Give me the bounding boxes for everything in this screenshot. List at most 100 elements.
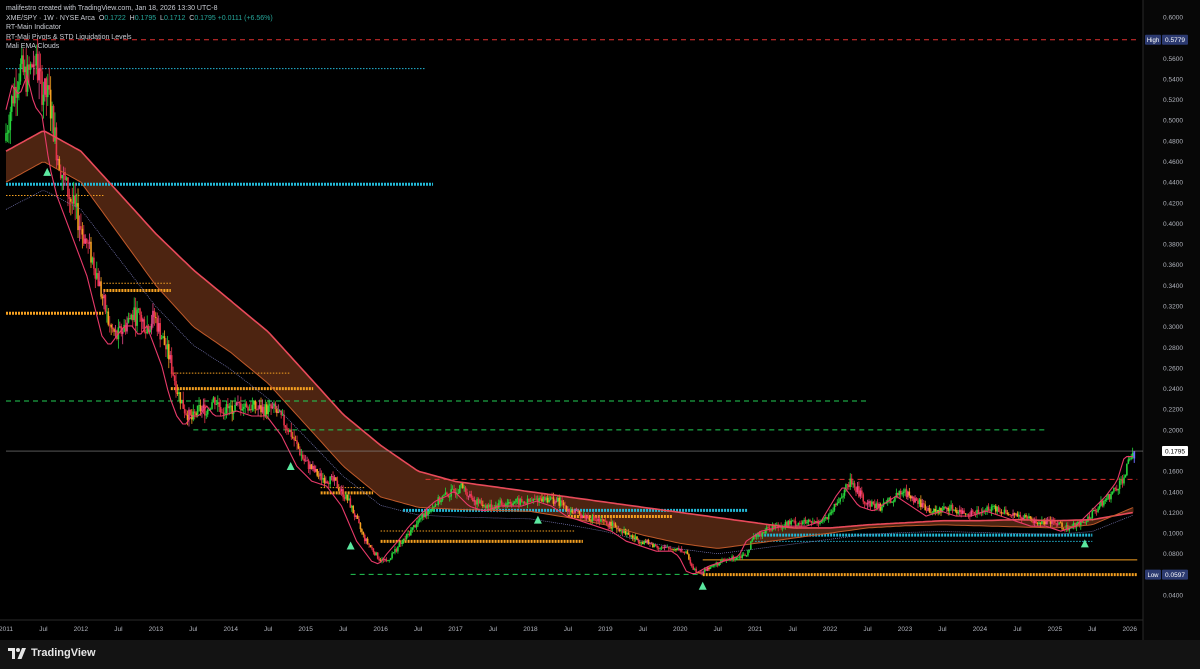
candle-body-653	[945, 507, 948, 509]
candle-body-58	[88, 241, 91, 244]
price-chart[interactable]: 0.60000.58000.56000.54000.52000.50000.48…	[0, 0, 1200, 640]
candle-body-196	[287, 429, 290, 432]
candle-body-478	[693, 568, 696, 570]
y-tick-label: 0.2600	[1163, 365, 1183, 372]
brand-text: TradingView	[31, 647, 96, 659]
candle-body-247	[361, 529, 363, 532]
candle-body-405	[588, 517, 591, 521]
candle-body-431	[626, 532, 628, 535]
candle-body-453	[657, 547, 660, 549]
candle-body-456	[662, 547, 664, 549]
indicator-ema-clouds[interactable]: Mali EMA Clouds	[6, 42, 273, 52]
candle-body-144	[212, 397, 215, 403]
candle-body-455	[660, 547, 663, 549]
symbol-text[interactable]: XME/SPY · 1W · NYSE Arca	[6, 15, 95, 22]
candle-body-234	[342, 489, 344, 498]
candle-body-574	[832, 510, 834, 513]
candle-body-236	[345, 494, 347, 499]
candle-body-479	[695, 568, 697, 573]
candle-body-162	[238, 401, 241, 404]
candle-body-1	[6, 132, 9, 134]
candle-body-50	[77, 203, 79, 231]
candle-body-164	[241, 408, 244, 411]
candle-body-192	[281, 414, 284, 416]
candle-body-155	[228, 406, 231, 409]
candle-body-143	[211, 402, 213, 409]
symbol-line: XME/SPY · 1W · NYSE Arca O0.1722 H0.1795…	[6, 14, 273, 24]
x-tick-label: Jul	[863, 626, 872, 633]
candle-body-772	[1117, 488, 1120, 491]
candle-body-475	[689, 559, 692, 564]
candle-body-517	[750, 541, 752, 550]
candle-body-542	[786, 522, 788, 526]
candle-body-68	[103, 295, 105, 299]
candle-body-390	[567, 509, 569, 512]
candle-body-664	[961, 510, 964, 514]
candle-body-299	[435, 504, 438, 506]
candle-body-762	[1103, 500, 1105, 506]
candle-body-766	[1108, 494, 1111, 500]
candle-body-631	[914, 498, 916, 503]
candle-body-349	[508, 502, 510, 504]
candle-body-438	[636, 536, 638, 540]
candle-body-327	[476, 498, 478, 505]
candle-body-330	[480, 500, 483, 505]
candle-body-48	[74, 195, 76, 207]
candle-body-333	[484, 505, 487, 509]
candle-body-548	[794, 520, 797, 526]
candle-body-42	[65, 177, 68, 180]
candle-body-183	[268, 404, 271, 406]
candle-body-31	[49, 89, 52, 119]
candle-body-395	[574, 510, 576, 513]
candle-body-417	[605, 521, 608, 525]
candle-body-698	[1010, 514, 1013, 516]
candle-body-576	[835, 504, 837, 506]
candle-body-352	[512, 503, 514, 506]
candle-body-283	[412, 525, 415, 528]
candle-body-435	[631, 535, 634, 538]
candle-body-362	[526, 498, 529, 504]
candle-body-65	[98, 281, 101, 287]
tradingview-logo[interactable]: TradingView	[8, 647, 96, 659]
candle-body-372	[541, 498, 543, 502]
candle-body-570	[826, 517, 829, 520]
candle-body-602	[872, 501, 875, 504]
candle-body-461	[669, 548, 671, 550]
candle-body-691	[1000, 512, 1003, 514]
candle-body-123	[182, 399, 185, 409]
candle-body-279	[407, 533, 409, 535]
candle-body-508	[737, 557, 739, 559]
candle-body-84	[126, 322, 128, 332]
candle-body-562	[814, 521, 817, 523]
candle-body-414	[601, 519, 604, 521]
candle-body-239	[349, 498, 352, 508]
candle-body-115	[170, 355, 173, 373]
candle-body-203	[297, 443, 300, 449]
candle-body-293	[427, 511, 429, 516]
candle-body-86	[129, 318, 131, 320]
candle-body-454	[659, 548, 661, 550]
candle-body-278	[405, 534, 408, 540]
candle-body-269	[392, 552, 395, 554]
candle-body-197	[289, 429, 291, 432]
candle-body-432	[627, 532, 630, 535]
candle-body-646	[935, 510, 938, 512]
candle-body-434	[630, 535, 633, 537]
candle-body-750	[1085, 521, 1088, 523]
indicator-pivots[interactable]: RT-Mali Pivots & STD Liquidation Levels	[6, 33, 273, 43]
candle-body-729	[1055, 523, 1058, 525]
candle-body-113	[168, 344, 170, 360]
indicator-main[interactable]: RT-Main Indicator	[6, 23, 273, 33]
candle-body-110	[163, 336, 166, 346]
candle-body-198	[290, 429, 293, 437]
candle-body-754	[1091, 511, 1094, 519]
candle-body-177	[260, 405, 262, 413]
x-tick-label: 2012	[74, 626, 89, 633]
candle-body-258	[376, 552, 379, 559]
candle-body-125	[185, 413, 187, 415]
candle-body-777	[1124, 475, 1127, 478]
candle-body-28	[45, 78, 48, 98]
candle-body-256	[374, 552, 376, 556]
candle-body-166	[244, 403, 246, 407]
candle-body-275	[401, 541, 403, 544]
